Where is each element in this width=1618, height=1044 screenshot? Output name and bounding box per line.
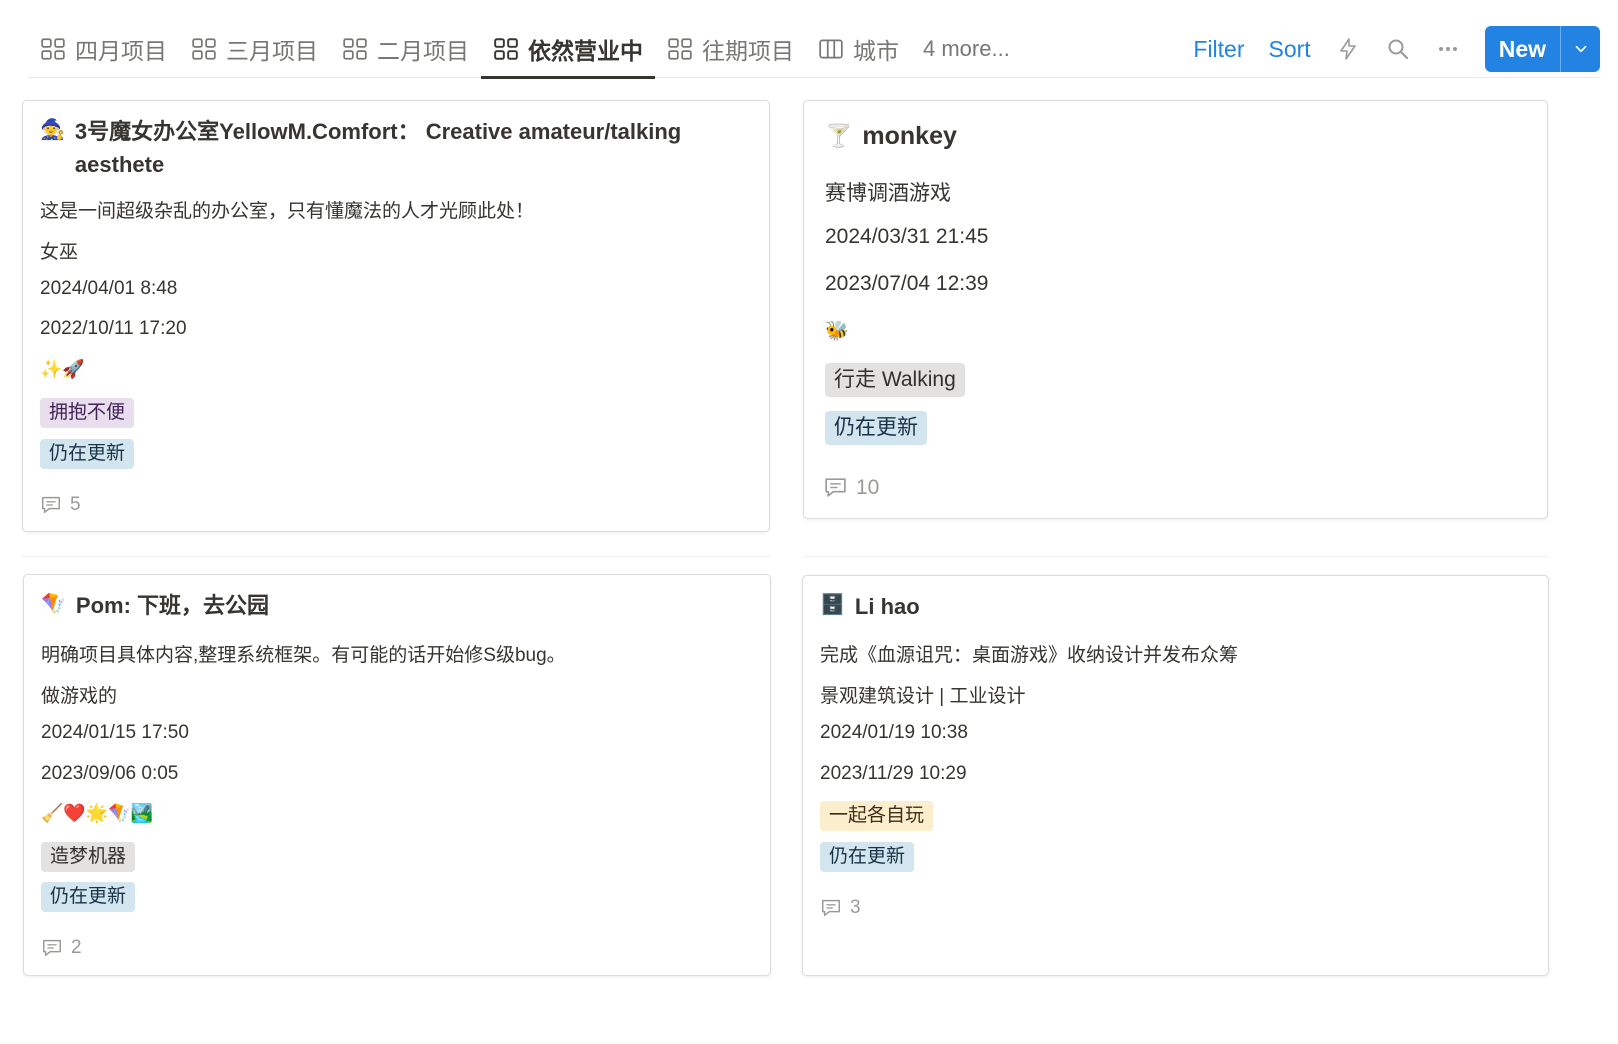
tag: 行走 Walking: [825, 363, 965, 397]
new-dropdown-button[interactable]: [1560, 26, 1600, 72]
status-tag: 仍在更新: [820, 842, 915, 872]
tab-march-projects[interactable]: 三月项目: [179, 20, 330, 78]
tab-still-open[interactable]: 依然营业中: [481, 20, 655, 79]
card-title-text: 3号魔女办公室YellowM.Comfort： Creative amateur…: [74, 119, 682, 177]
view-actions: Filter Sort New: [1193, 20, 1600, 78]
card-created-time: 2022/10/11 17:20: [40, 318, 187, 339]
gallery-icon: [343, 38, 367, 60]
more-views-button[interactable]: 4 more...: [911, 20, 1022, 78]
card-tag-row: 造梦机器: [41, 842, 753, 872]
card-description: 赛博调酒游戏: [825, 182, 951, 205]
cocktail-icon: 🍸: [825, 123, 853, 148]
gallery-icon: [192, 38, 216, 60]
comment-count: 3: [820, 897, 1531, 919]
new-button-group: New: [1484, 26, 1600, 72]
card-title: 🪁 Pom: 下班，去公园: [41, 589, 753, 622]
card-tag-row: 仍在更新: [41, 882, 753, 912]
card-title: 🗄️ Li hao: [820, 590, 1531, 623]
card-tag-row: 一起各自玩: [820, 801, 1531, 831]
tab-label: 城市: [853, 38, 899, 64]
view-toolbar: 四月项目 三月项目 二月项目 依然营业中 往期项目 城市 4 more... F…: [28, 20, 1600, 79]
kite-icon: 🪁: [41, 593, 66, 615]
tab-label: 四月项目: [75, 38, 167, 64]
sort-button[interactable]: Sort: [1269, 36, 1311, 63]
card-tag-row: 行走 Walking: [825, 363, 1530, 397]
view-tabs: 四月项目 三月项目 二月项目 依然营业中 往期项目 城市 4 more...: [28, 20, 1022, 79]
comment-count: 5: [40, 494, 752, 516]
card-created-time: 2023/07/04 12:39: [825, 272, 989, 295]
comment-count: 10: [823, 475, 1530, 500]
comment-count: 2: [41, 937, 753, 959]
card-updated-time: 2024/01/15 17:50: [41, 722, 189, 743]
card-role: 女巫: [40, 242, 79, 263]
comment-count-value: 3: [850, 897, 861, 918]
filter-button[interactable]: Filter: [1193, 36, 1244, 63]
comment-icon: [825, 478, 846, 497]
card-title: 🧙 3号魔女办公室YellowM.Comfort： Creative amate…: [40, 115, 752, 181]
card-role: 做游戏的: [41, 686, 118, 707]
new-button[interactable]: New: [1485, 26, 1560, 72]
tab-label: 三月项目: [226, 38, 318, 64]
more-views-label: 4 more...: [923, 36, 1010, 61]
search-icon[interactable]: [1385, 36, 1411, 62]
gallery-card[interactable]: 🧙 3号魔女办公室YellowM.Comfort： Creative amate…: [22, 100, 770, 532]
comment-icon: [42, 496, 60, 514]
card-tag-row: 仍在更新: [40, 439, 752, 469]
card-tag-row: 仍在更新: [820, 842, 1531, 872]
row-divider: [803, 556, 1548, 557]
gallery-card[interactable]: 🗄️ Li hao 完成《血源诅咒：桌面游戏》收纳设计并发布众筹 景观建筑设计 …: [802, 575, 1549, 976]
card-tag-row: 拥抱不便: [40, 398, 752, 428]
card-created-time: 2023/11/29 10:29: [820, 763, 967, 784]
card-emoji-tags: 🐝: [825, 321, 849, 342]
witch-icon: 🧙: [40, 119, 65, 141]
tab-label: 往期项目: [702, 38, 794, 64]
tab-city[interactable]: 城市: [806, 20, 911, 78]
tab-april-projects[interactable]: 四月项目: [28, 20, 179, 78]
tab-label: 依然营业中: [528, 38, 643, 64]
gallery-icon: [494, 38, 518, 60]
gallery-card[interactable]: 🪁 Pom: 下班，去公园 明确项目具体内容,整理系统框架。有可能的话开始修S级…: [23, 574, 771, 976]
card-updated-time: 2024/01/19 10:38: [820, 722, 968, 743]
tab-february-projects[interactable]: 二月项目: [330, 20, 481, 78]
card-title-text: Li hao: [854, 594, 920, 619]
card-role: 景观建筑设计 | 工业设计: [820, 686, 1026, 707]
row-divider: [22, 556, 770, 557]
tab-label: 二月项目: [377, 38, 469, 64]
card-description: 这是一间超级杂乱的办公室，只有懂魔法的人才光顾此处！: [40, 201, 535, 222]
card-description: 完成《血源诅咒：桌面游戏》收纳设计并发布众筹: [820, 645, 1239, 666]
file-cabinet-icon: 🗄️: [820, 594, 845, 616]
comment-icon: [822, 899, 840, 917]
gallery-card[interactable]: 🍸 monkey 赛博调酒游戏 2024/03/31 21:45 2023/07…: [803, 100, 1548, 519]
gallery-icon: [41, 38, 65, 60]
card-emoji-tags: 🧹❤️🌟🪁🏞️: [41, 803, 154, 823]
card-created-time: 2023/09/06 0:05: [41, 763, 179, 784]
more-options-icon[interactable]: [1435, 36, 1461, 62]
card-title-text: monkey: [862, 122, 957, 150]
card-tag-row: 仍在更新: [825, 411, 1530, 445]
automation-icon[interactable]: [1335, 36, 1361, 62]
comment-count-value: 10: [856, 475, 880, 499]
tag: 拥抱不便: [40, 398, 135, 428]
status-tag: 仍在更新: [825, 411, 927, 445]
chevron-down-icon: [1575, 45, 1586, 53]
card-title: 🍸 monkey: [825, 119, 1530, 153]
gallery-icon: [668, 38, 692, 60]
tag: 一起各自玩: [820, 801, 934, 831]
card-title-text: Pom: 下班，去公园: [75, 593, 270, 618]
status-tag: 仍在更新: [40, 439, 135, 469]
tab-past-projects[interactable]: 往期项目: [655, 20, 806, 78]
comment-count-value: 5: [70, 494, 81, 515]
card-updated-time: 2024/03/31 21:45: [825, 225, 989, 248]
card-updated-time: 2024/04/01 8:48: [40, 278, 178, 299]
card-emoji-tags: ✨🚀: [40, 359, 85, 379]
comment-icon: [43, 939, 61, 957]
status-tag: 仍在更新: [41, 882, 136, 912]
comment-count-value: 2: [71, 937, 82, 958]
card-description: 明确项目具体内容,整理系统框架。有可能的话开始修S级bug。: [41, 645, 566, 666]
board-icon: [819, 39, 843, 59]
tag: 造梦机器: [41, 842, 136, 872]
